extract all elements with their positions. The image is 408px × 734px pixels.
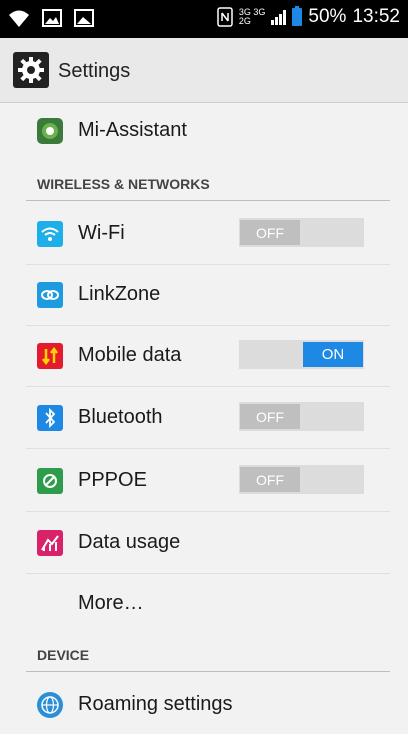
status-bar: 3G 3G 2G 50% 13:52 — [0, 0, 408, 38]
more-label: More… — [78, 592, 144, 614]
row-divider — [26, 264, 390, 265]
section-divider — [26, 200, 390, 201]
status-icons-left — [8, 7, 94, 29]
setting-more[interactable]: More… — [0, 575, 408, 633]
bluetooth-icon — [37, 405, 63, 431]
mobile-data-toggle-state: ON — [303, 342, 363, 367]
mi-assistant-icon — [37, 118, 63, 144]
section-header-device: DEVICE — [37, 647, 90, 663]
roaming-label: Roaming settings — [78, 693, 233, 715]
pppoe-toggle[interactable]: OFF — [239, 465, 364, 494]
wifi-icon — [37, 221, 63, 247]
network-type-indicator: 3G 3G 2G — [239, 8, 266, 26]
bluetooth-label: Bluetooth — [78, 406, 163, 428]
mi-assistant-label: Mi-Assistant — [78, 119, 187, 141]
battery-percentage: 50% — [308, 6, 347, 27]
network-type-bottom: 2G — [238, 16, 251, 26]
linkzone-label: LinkZone — [78, 283, 161, 305]
setting-linkzone[interactable]: LinkZone — [0, 266, 408, 324]
row-divider — [26, 448, 390, 449]
action-bar: Settings — [0, 38, 408, 103]
setting-pppoe[interactable]: PPPOE OFF — [0, 452, 408, 510]
setting-bluetooth[interactable]: Bluetooth OFF — [0, 389, 408, 447]
setting-data-usage[interactable]: Data usage — [0, 514, 408, 572]
wifi-label: Wi-Fi — [78, 222, 125, 244]
settings-gear-icon[interactable] — [13, 52, 49, 88]
cell-signal-icon — [271, 9, 287, 25]
wifi-toggle[interactable]: OFF — [239, 218, 364, 247]
section-header-wireless: WIRELESS & NETWORKS — [37, 176, 210, 192]
clock: 13:52 — [352, 6, 400, 27]
pppoe-icon — [37, 468, 63, 494]
setting-wifi[interactable]: Wi-Fi OFF — [0, 205, 408, 263]
battery-icon — [292, 6, 303, 26]
row-divider — [26, 573, 390, 574]
mobile-data-toggle[interactable]: ON — [239, 340, 364, 369]
data-usage-label: Data usage — [78, 531, 181, 553]
pppoe-label: PPPOE — [78, 469, 147, 491]
mobile-data-label: Mobile data — [78, 344, 182, 366]
setting-mi-assistant[interactable]: Mi-Assistant — [0, 102, 408, 160]
bluetooth-toggle-state: OFF — [240, 404, 300, 429]
section-divider — [26, 671, 390, 672]
setting-roaming[interactable]: Roaming settings — [0, 676, 408, 734]
row-divider — [26, 386, 390, 387]
linkzone-icon — [37, 282, 63, 308]
globe-icon — [37, 692, 63, 718]
row-divider — [26, 325, 390, 326]
bluetooth-toggle[interactable]: OFF — [239, 402, 364, 431]
wifi-toggle-state: OFF — [240, 220, 300, 245]
image-notification-icon — [42, 9, 62, 27]
wifi-signal-icon — [9, 10, 29, 27]
data-usage-icon — [37, 530, 63, 556]
setting-mobile-data[interactable]: Mobile data ON — [0, 327, 408, 385]
row-divider — [26, 511, 390, 512]
status-icons-right: 3G 3G 2G 50% 13:52 — [217, 6, 400, 28]
gear-icon — [18, 57, 44, 83]
page-title: Settings — [58, 60, 131, 82]
mobile-data-icon — [37, 343, 63, 369]
gallery-notification-icon — [74, 9, 94, 27]
nfc-icon — [217, 7, 233, 27]
pppoe-toggle-state: OFF — [240, 467, 300, 492]
